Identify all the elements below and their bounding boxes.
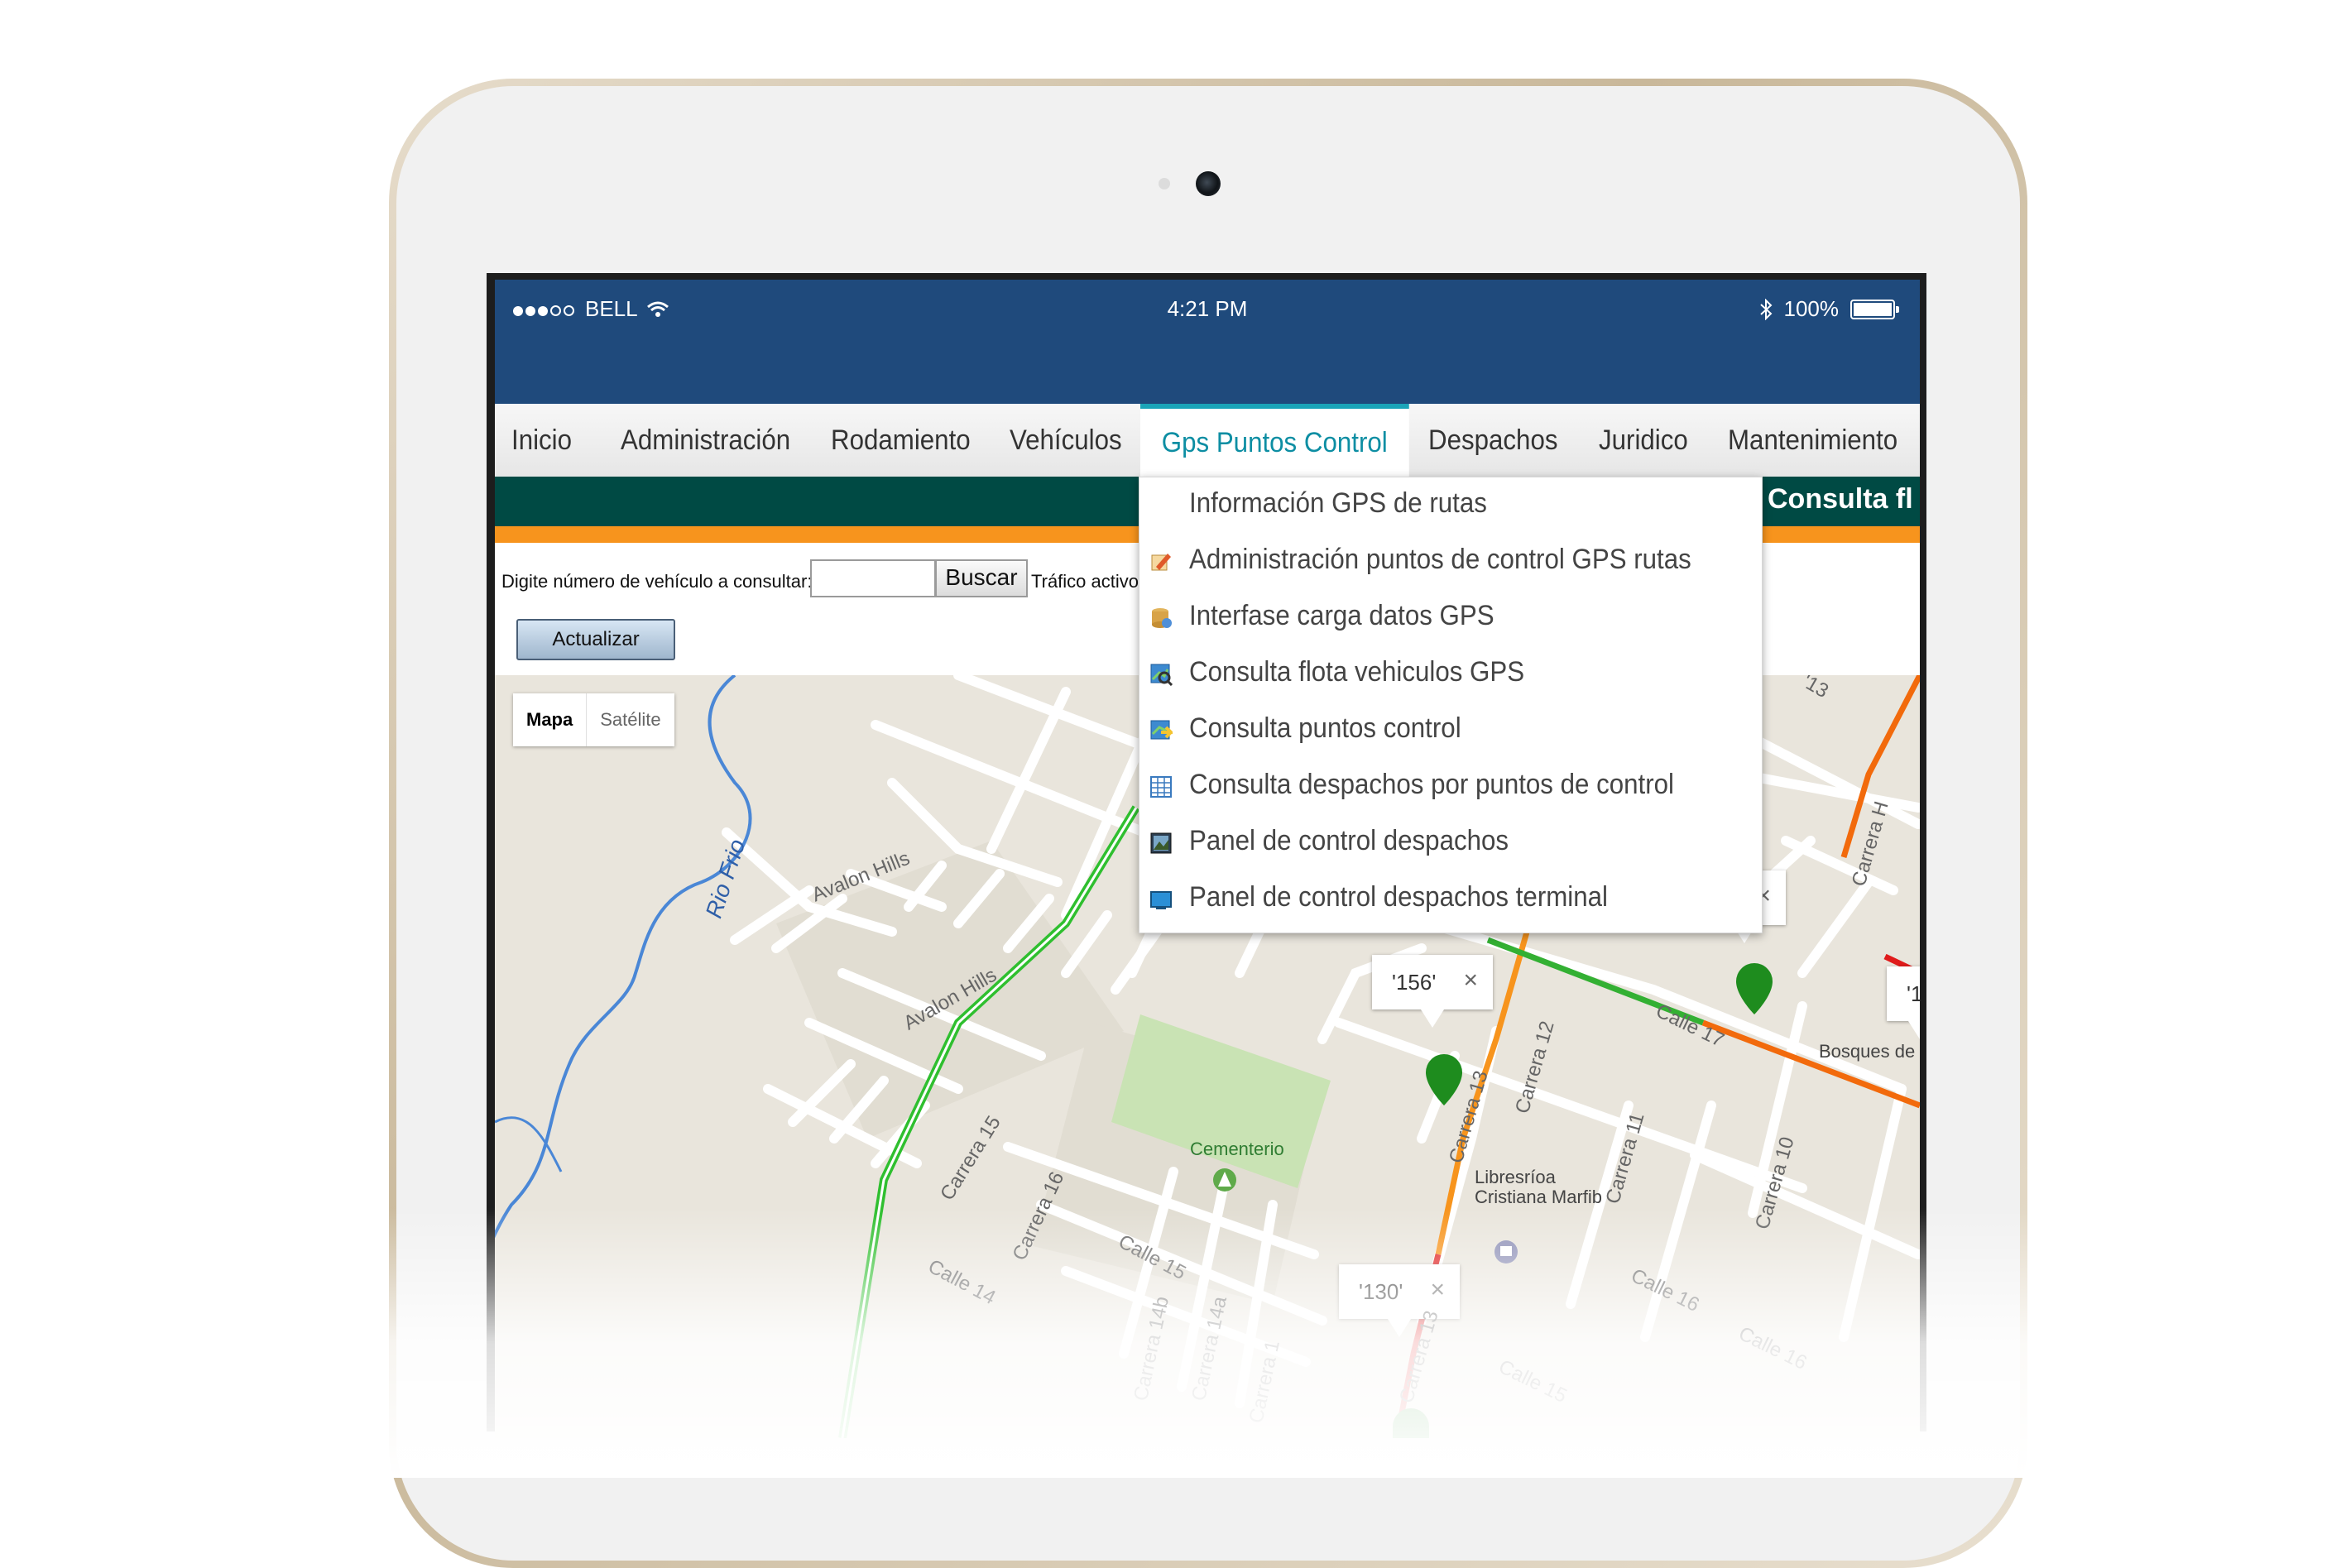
- menu-item-label: Consulta flota vehiculos GPS: [1189, 656, 1525, 688]
- battery-percent: 100%: [1783, 296, 1840, 321]
- marker-label: '156': [1392, 970, 1437, 995]
- map-label-place: Cristiana Marfib: [1475, 1187, 1603, 1207]
- menu-item-consulta-flota[interactable]: Consulta flota vehiculos GPS: [1139, 646, 1762, 702]
- panel-image-icon: [1150, 832, 1172, 854]
- menu-item-informacion-gps[interactable]: Información GPS de rutas: [1139, 477, 1762, 534]
- menu-item-label: Información GPS de rutas: [1189, 487, 1487, 519]
- battery-icon: [1850, 299, 1899, 319]
- menu-item-label: Panel de control despachos terminal: [1189, 881, 1608, 913]
- menu-item-label: Panel de control despachos: [1189, 825, 1509, 856]
- page-title: Consulta fl: [1768, 483, 1913, 515]
- menu-item-label: Consulta despachos por puntos de control: [1189, 769, 1675, 800]
- nav-item-administracion[interactable]: Administración: [621, 404, 790, 477]
- marker-infobox: '130' ×: [1339, 1264, 1460, 1337]
- camera-icon: [1196, 171, 1221, 196]
- update-button[interactable]: Actualizar: [516, 619, 675, 660]
- nav-item-mantenimiento[interactable]: Mantenimiento: [1728, 404, 1897, 477]
- menu-item-admin-puntos-control[interactable]: Administración puntos de control GPS rut…: [1139, 534, 1762, 590]
- table-grid-icon: [1150, 776, 1172, 798]
- menu-item-interfase-carga[interactable]: Interfase carga datos GPS: [1139, 590, 1762, 646]
- map-type-control: Mapa Satélite: [513, 693, 674, 746]
- marker-infobox: '1: [1887, 966, 1920, 1039]
- menu-item-label: Administración puntos de control GPS rut…: [1189, 544, 1691, 575]
- map-label-cementerio: Cementerio: [1190, 1139, 1284, 1159]
- vehicle-search-input[interactable]: [810, 559, 936, 597]
- marker-156: [1426, 1054, 1462, 1105]
- menu-item-label: Consulta puntos control: [1189, 712, 1461, 744]
- marker-label: '1: [1907, 981, 1920, 1006]
- map-label-place: Bosques de S: [1819, 1041, 1920, 1062]
- map-label-place: Libresríoa: [1475, 1167, 1556, 1187]
- menu-item-panel-terminal[interactable]: Panel de control despachos terminal: [1139, 871, 1762, 928]
- screen: BELL 4:21 PM 100% Inicio Administración …: [495, 280, 1920, 1438]
- close-icon[interactable]: ×: [1430, 1276, 1445, 1304]
- menu-item-label: Interfase carga datos GPS: [1189, 600, 1494, 631]
- database-icon: [1152, 608, 1172, 628]
- map-search-icon: [1150, 664, 1173, 686]
- search-button[interactable]: Buscar: [935, 559, 1028, 597]
- map-type-map[interactable]: Mapa: [513, 693, 586, 746]
- traffic-label: Tráfico activo: [1031, 571, 1139, 592]
- menu-item-consulta-puntos[interactable]: Consulta puntos control: [1139, 702, 1762, 759]
- status-time: 4:21 PM: [1167, 296, 1248, 321]
- monitor-icon: [1150, 891, 1172, 909]
- menu-item-panel-despachos[interactable]: Panel de control despachos: [1139, 815, 1762, 871]
- nav-item-vehiculos[interactable]: Vehículos: [1010, 404, 1122, 477]
- main-nav: Inicio Administración Rodamiento Vehícul…: [495, 404, 1920, 477]
- close-icon[interactable]: ×: [1463, 966, 1478, 995]
- map-type-satellite[interactable]: Satélite: [586, 693, 674, 746]
- map-arrow-icon: [1150, 720, 1173, 740]
- nav-item-juridico[interactable]: Juridico: [1599, 404, 1688, 477]
- marker-label: '130': [1359, 1279, 1403, 1304]
- menu-item-consulta-despachos[interactable]: Consulta despachos por puntos de control: [1139, 759, 1762, 815]
- status-right: 100%: [1759, 296, 1899, 322]
- nav-item-rodamiento[interactable]: Rodamiento: [831, 404, 971, 477]
- marker-infobox: '156' ×: [1372, 955, 1493, 1028]
- sensor-icon: [1159, 178, 1170, 189]
- edit-pencil-icon: [1151, 554, 1171, 571]
- gps-dropdown-menu: Información GPS de rutas Administración …: [1139, 477, 1763, 933]
- nav-item-despachos[interactable]: Despachos: [1428, 404, 1558, 477]
- nav-item-inicio[interactable]: Inicio: [511, 404, 572, 477]
- search-label: Digite número de vehículo a consultar:: [501, 571, 813, 592]
- nav-item-gps-puntos-control[interactable]: Gps Puntos Control: [1140, 404, 1409, 477]
- ios-header: BELL 4:21 PM 100%: [495, 280, 1920, 404]
- bluetooth-icon: [1759, 298, 1772, 320]
